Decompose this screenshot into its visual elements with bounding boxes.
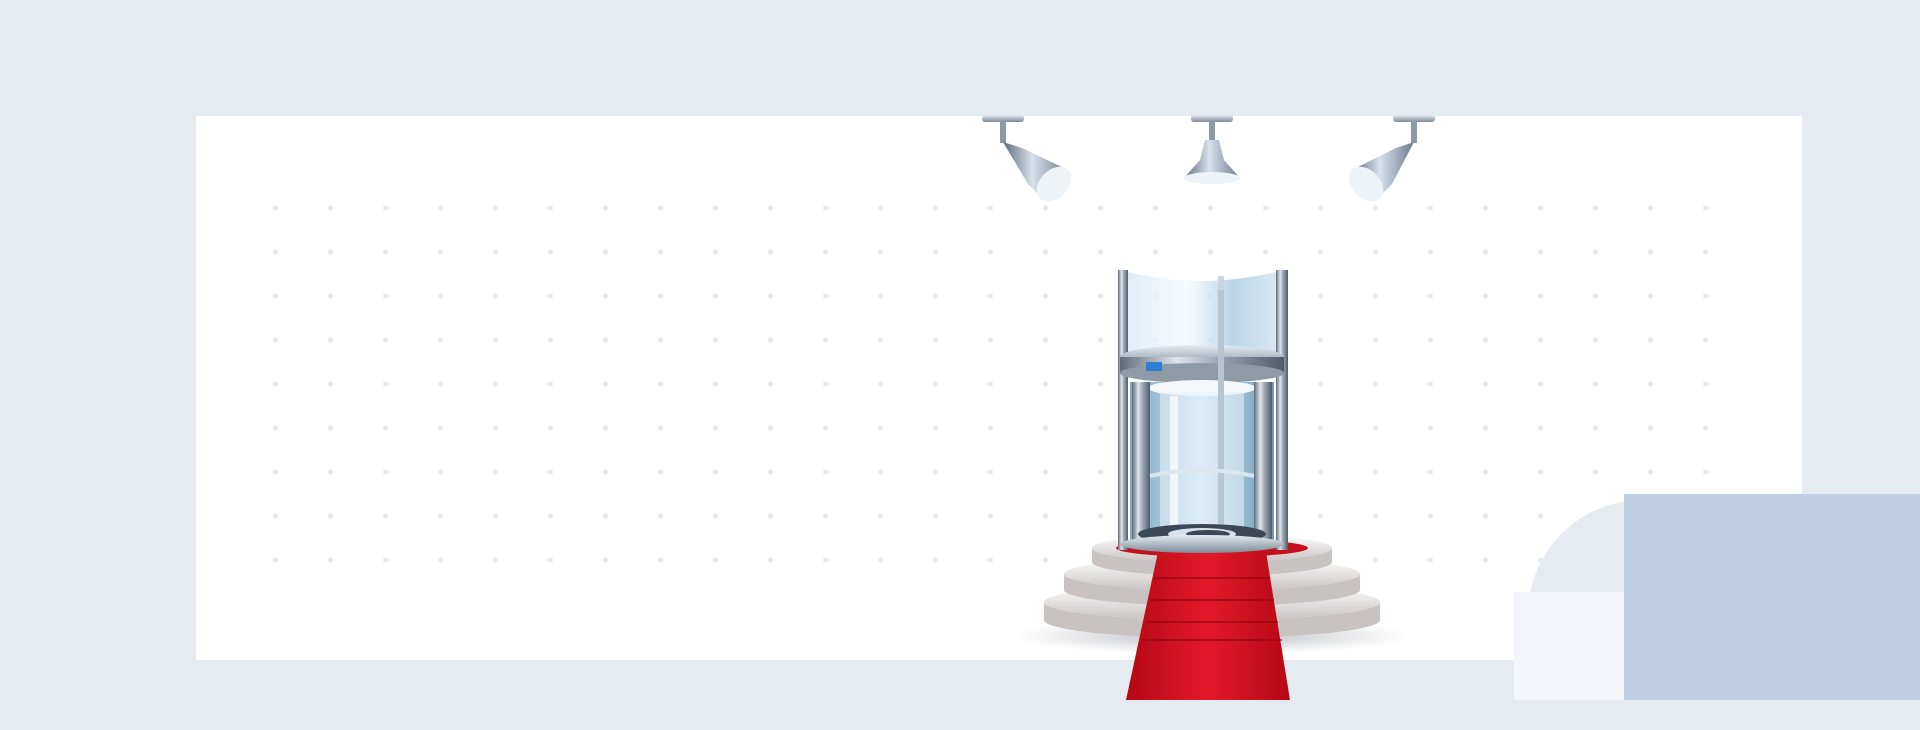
spotlight-icon xyxy=(982,115,1072,202)
glass-elevator-icon xyxy=(1118,270,1288,553)
spotlight-icon xyxy=(1348,115,1435,202)
spotlight-icon xyxy=(1184,115,1240,184)
floor-indicator-icon xyxy=(1146,362,1162,371)
illustration-scene xyxy=(982,115,1435,700)
